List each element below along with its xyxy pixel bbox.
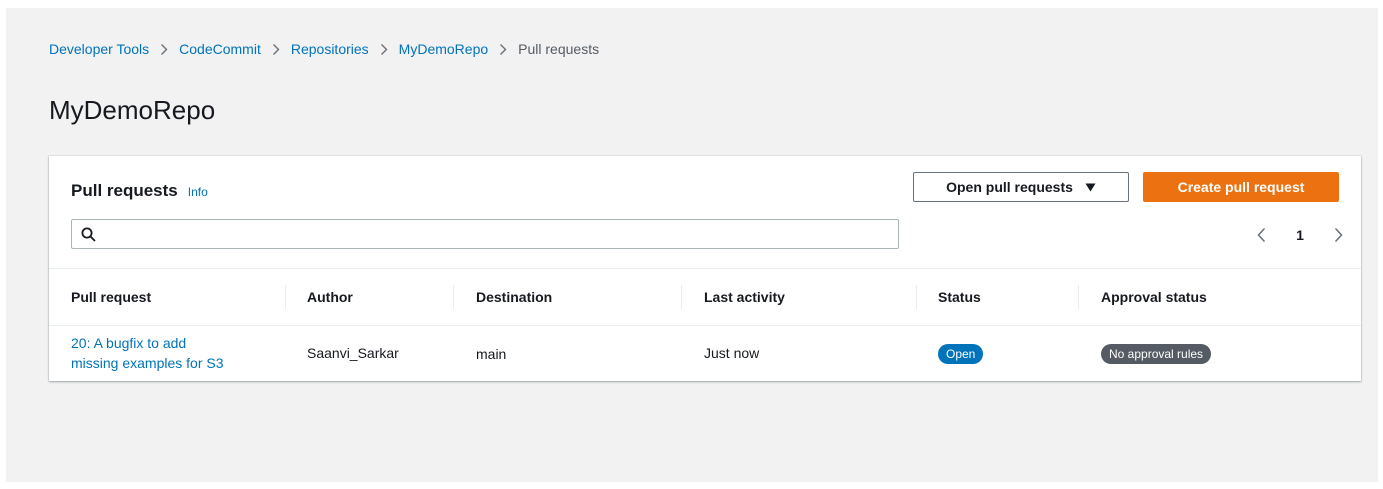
pull-requests-panel: Pull requests Info Open pull requests Cr… — [49, 156, 1361, 381]
chevron-right-icon[interactable] — [1334, 227, 1343, 243]
column-header-status[interactable]: Status — [938, 269, 981, 325]
pull-request-filter-select[interactable]: Open pull requests — [913, 172, 1129, 202]
column-divider — [285, 285, 286, 309]
last-activity-cell: Just now — [704, 345, 760, 361]
page-title: MyDemoRepo — [49, 95, 216, 125]
chevron-left-icon[interactable] — [1257, 227, 1266, 243]
panel-heading: Pull requests Info — [71, 181, 208, 201]
column-header-last-activity[interactable]: Last activity — [704, 269, 785, 325]
pull-request-title-line[interactable]: 20: A bugfix to add — [71, 333, 224, 353]
column-divider — [916, 285, 917, 309]
column-header-author[interactable]: Author — [307, 269, 353, 325]
caret-down-icon — [1085, 183, 1096, 192]
pull-requests-table: Pull request Author Destination Last act… — [49, 268, 1361, 383]
column-header-approval-status[interactable]: Approval status — [1101, 269, 1207, 325]
column-divider — [1078, 285, 1079, 309]
column-header-destination[interactable]: Destination — [476, 269, 552, 325]
search-icon — [81, 227, 96, 242]
destination-cell: main — [476, 346, 507, 362]
info-link[interactable]: Info — [188, 185, 208, 199]
filter-select-value: Open pull requests — [946, 179, 1073, 195]
column-divider — [453, 285, 454, 309]
chevron-right-icon — [380, 43, 388, 56]
chevron-right-icon — [272, 43, 280, 56]
status-badge: Open — [938, 344, 984, 364]
breadcrumb-developer-tools[interactable]: Developer Tools — [49, 41, 149, 57]
create-pull-request-button[interactable]: Create pull request — [1143, 172, 1339, 202]
search-input[interactable] — [102, 220, 892, 248]
breadcrumb-repositories[interactable]: Repositories — [291, 41, 369, 57]
pull-request-title-line[interactable]: missing examples for S3 — [71, 353, 224, 373]
approval-status-badge: No approval rules — [1101, 344, 1212, 364]
column-divider — [681, 285, 682, 309]
chevron-right-icon — [160, 43, 168, 56]
chevron-right-icon — [499, 43, 507, 56]
table-header-row: Pull request Author Destination Last act… — [49, 268, 1361, 326]
search-box[interactable] — [71, 219, 899, 249]
breadcrumb-codecommit[interactable]: CodeCommit — [179, 41, 261, 57]
pull-request-link[interactable]: 20: A bugfix to add missing examples for… — [71, 333, 224, 373]
breadcrumb: Developer Tools CodeCommit Repositories … — [49, 39, 599, 59]
page-number-button[interactable]: 1 — [1296, 227, 1304, 243]
column-header-pull-request[interactable]: Pull request — [71, 269, 151, 325]
table-row: 20: A bugfix to add missing examples for… — [49, 326, 1361, 383]
pagination: 1 — [1257, 226, 1343, 244]
author-cell: Saanvi_Sarkar — [307, 345, 399, 361]
breadcrumb-current: Pull requests — [518, 41, 600, 57]
page-background: Developer Tools CodeCommit Repositories … — [6, 8, 1378, 482]
breadcrumb-mydemorepo[interactable]: MyDemoRepo — [399, 41, 488, 57]
panel-title: Pull requests — [71, 181, 178, 200]
